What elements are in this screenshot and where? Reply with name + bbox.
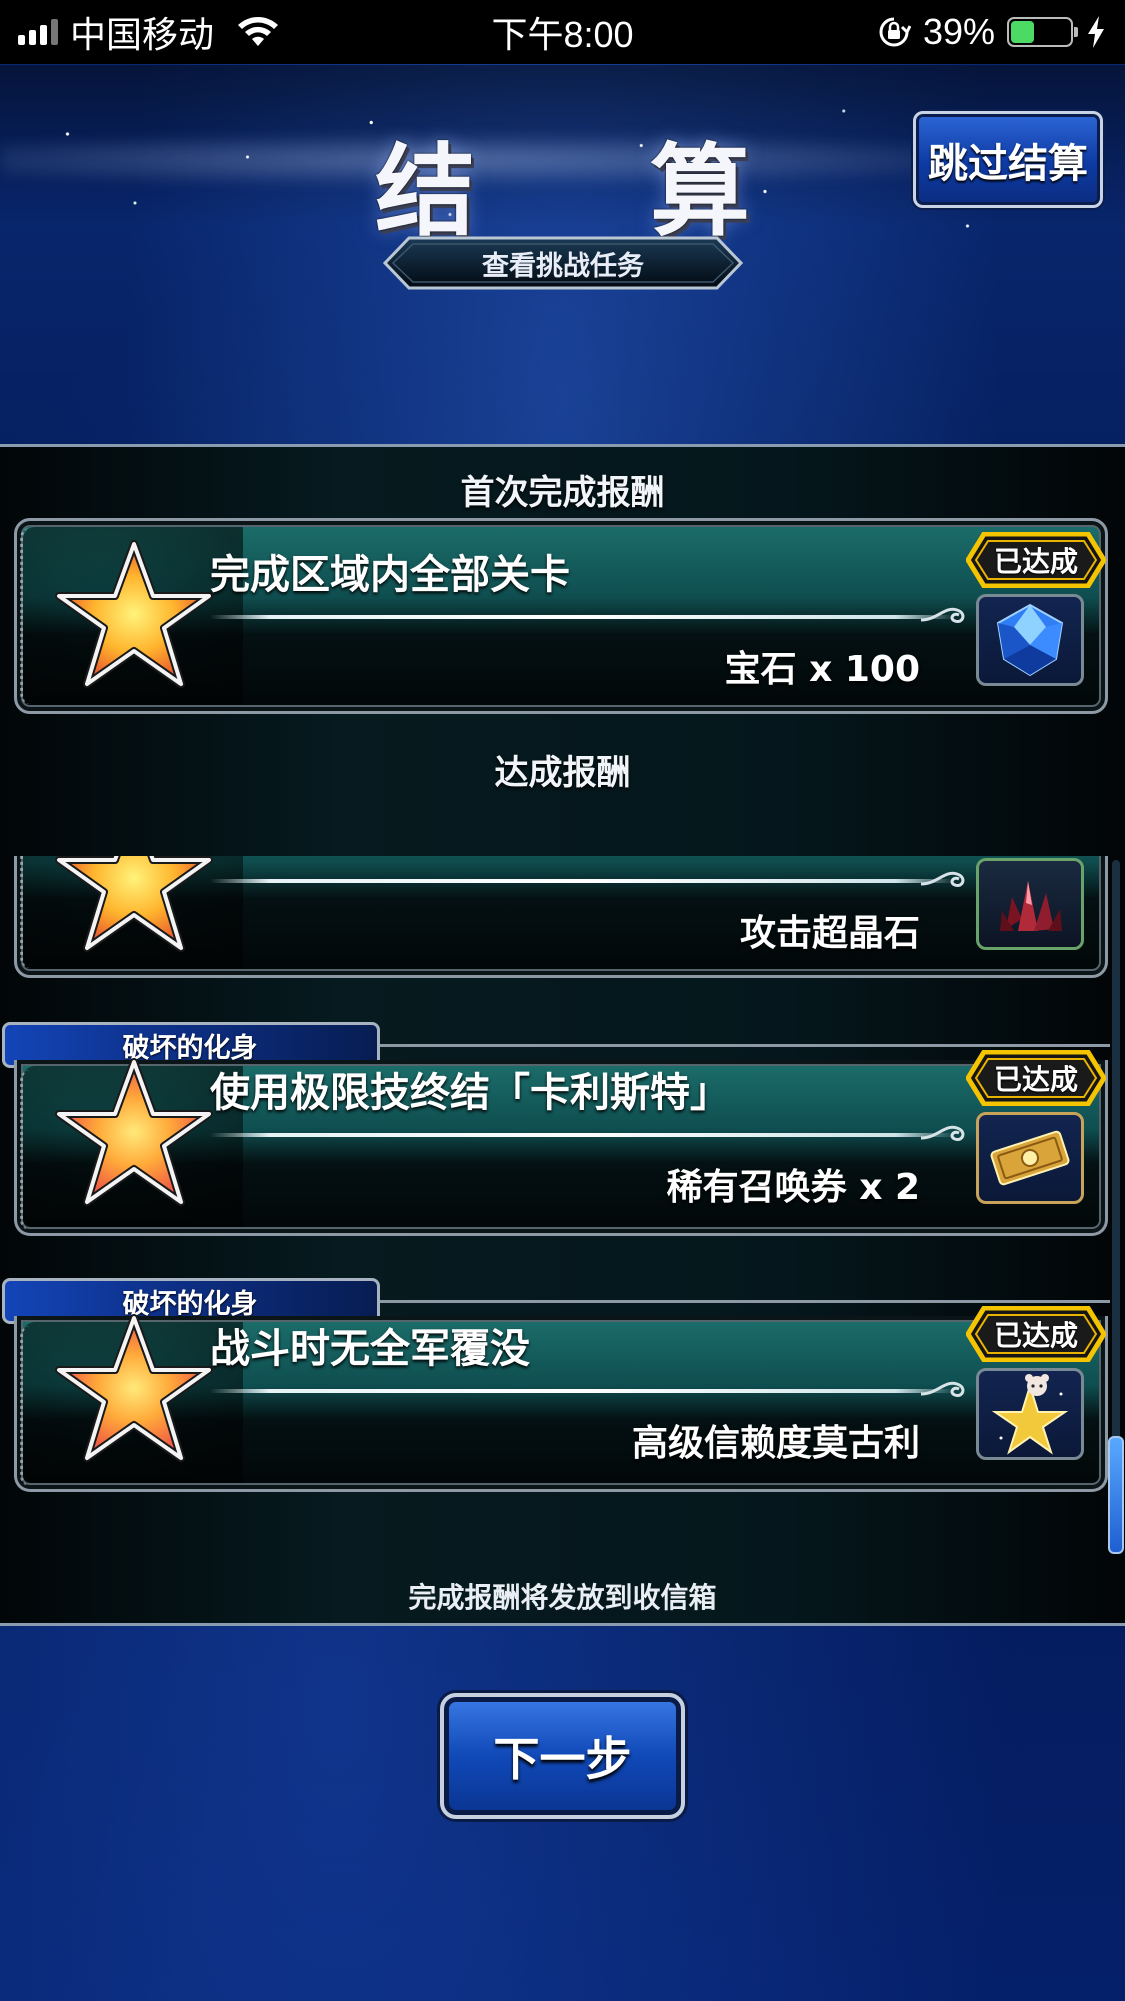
achieved-badge-label: 已达成 <box>993 545 1078 578</box>
battery-fill <box>1011 21 1034 43</box>
status-bar: 中国移动 下午8:00 39% <box>0 0 1125 64</box>
achieved-badge-label: 已达成 <box>993 1063 1078 1096</box>
wifi-icon <box>238 17 279 46</box>
reward-item <box>976 1368 1084 1460</box>
divider-flourish <box>920 871 965 887</box>
signal-icon <box>18 19 58 45</box>
reward-text: 攻击超晶石 <box>739 913 920 954</box>
blue-gem-icon <box>996 603 1064 677</box>
mission-text: 完成区域内全部关卡 <box>210 552 570 598</box>
achievement-card: 战斗时无全军覆没 高级信赖度莫古利 已达成 <box>14 1306 1108 1492</box>
reward-text: 稀有召唤券 x 2 <box>666 1167 920 1208</box>
achieved-badge: 已达成 <box>966 1050 1106 1106</box>
first-clear-reward-card: 完成区域内全部关卡 宝石 x 100 已达成 <box>14 518 1108 714</box>
divider-flourish <box>920 607 965 623</box>
star-icon <box>55 1058 213 1206</box>
mission-text: 战斗时无全军覆没 <box>210 1326 530 1372</box>
star-icon <box>55 540 213 688</box>
reward-text: 高级信赖度莫古利 <box>631 1423 920 1464</box>
charging-icon <box>1088 16 1104 48</box>
achieved-badge: 已达成 <box>966 532 1106 588</box>
battery-icon <box>1007 17 1078 47</box>
summon-ticket-icon <box>990 1130 1070 1186</box>
view-challenges-button[interactable]: 查看挑战任务 <box>383 236 743 290</box>
star-icon <box>55 856 213 952</box>
divider <box>210 1133 955 1137</box>
reward-item <box>976 1112 1084 1204</box>
divider <box>210 1389 955 1393</box>
divider-flourish <box>920 1381 965 1397</box>
divider <box>210 879 955 883</box>
reward-text: 宝石 x 100 <box>724 649 920 690</box>
achieved-badge-label: 已达成 <box>993 1319 1078 1352</box>
divider-flourish <box>920 1125 965 1141</box>
first-clear-heading: 首次完成报酬 <box>460 473 665 513</box>
achieved-badge: 已达成 <box>966 1306 1106 1362</box>
group-divider <box>380 1300 1110 1303</box>
reward-item <box>976 858 1084 950</box>
achievement-heading: 达成报酬 <box>494 753 631 793</box>
rotation-lock-icon <box>879 17 911 47</box>
star-icon <box>55 1314 213 1462</box>
footer-note: 完成报酬将发放到收信箱 <box>408 1581 717 1614</box>
divider <box>210 615 955 619</box>
battery-percent: 39% <box>922 11 995 52</box>
skip-results-button[interactable]: 跳过结算 <box>913 111 1103 208</box>
scrollbar-thumb[interactable] <box>1108 1436 1124 1554</box>
reward-item <box>976 594 1084 686</box>
mission-text: 使用极限技终结「卡利斯特」 <box>210 1070 730 1116</box>
moogle-star-icon <box>991 1374 1069 1455</box>
red-crystal-icon <box>1000 881 1062 931</box>
next-button[interactable]: 下一步 <box>440 1693 685 1819</box>
group-divider <box>380 1044 1110 1047</box>
achievement-card: 使用极限技终结「卡利斯特」 稀有召唤券 x 2 已达成 <box>14 1050 1108 1236</box>
achievement-card: 攻击超晶石 <box>14 856 1108 978</box>
clock: 下午8:00 <box>491 14 634 55</box>
carrier-label: 中国移动 <box>70 14 215 55</box>
challenge-button-label: 查看挑战任务 <box>482 250 644 282</box>
achievement-list[interactable]: 攻击超晶石 破坏的化身 使用极限技终结「卡利斯特」 稀有召唤券 x 2 已达成 … <box>0 856 1125 1548</box>
